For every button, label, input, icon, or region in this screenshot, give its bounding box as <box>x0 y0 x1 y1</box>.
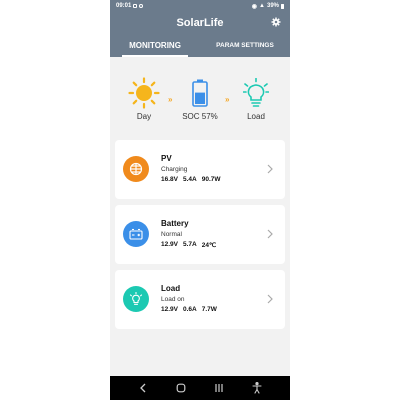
sun-icon-wrap <box>128 77 160 109</box>
status-time: 09:01 <box>116 3 132 9</box>
solar-panel-icon <box>129 162 143 176</box>
bulb-icon-wrap <box>243 77 269 109</box>
flow-arrow-2: » <box>225 95 230 104</box>
signal-icon: ▲ <box>259 3 265 9</box>
status-right: ◉ ▲ 39% <box>252 3 284 10</box>
phone-screen: 09:01 ◉ ▲ 39% SolarLife MONITORING PARAM… <box>110 0 290 400</box>
back-button[interactable] <box>136 381 150 395</box>
recents-icon <box>215 384 223 392</box>
card-load-title: Load <box>161 284 181 293</box>
chevron-right-icon <box>267 294 273 304</box>
card-battery-icon-bg <box>123 221 149 247</box>
chevron-right-icon <box>267 164 273 174</box>
energy-flow: Day » SOC 57% » Load <box>110 57 290 135</box>
back-icon <box>140 383 146 393</box>
tab-param-settings[interactable]: PARAM SETTINGS <box>200 33 290 57</box>
battery-fill <box>195 92 205 104</box>
pv-power: 90.7W <box>201 176 221 183</box>
accessibility-icon <box>252 382 262 394</box>
battery-voltage: 12.9V <box>161 241 178 248</box>
flow-load: Load <box>231 77 281 121</box>
battery-temperature: 24℃ <box>201 242 217 249</box>
battery-current: 5.7A <box>183 241 197 248</box>
battery-icon-wrap <box>192 77 208 109</box>
battery-status-icon <box>281 3 284 9</box>
flow-day: Day <box>119 77 169 121</box>
card-load-values: 12.9V 0.6A 7.7W <box>161 306 217 313</box>
flow-load-label: Load <box>247 112 265 121</box>
sun-icon <box>128 77 160 109</box>
bulb-icon <box>129 292 143 305</box>
home-button[interactable] <box>174 381 188 395</box>
card-battery-values: 12.9V 5.7A 24℃ <box>161 241 216 249</box>
load-power: 7.7W <box>201 306 217 313</box>
accessibility-button[interactable] <box>250 381 264 395</box>
card-load-status: Load on <box>161 296 185 303</box>
status-bar: 09:01 ◉ ▲ 39% <box>110 0 290 12</box>
card-pv-status: Charging <box>161 166 188 173</box>
pv-voltage: 16.8V <box>161 176 178 183</box>
card-battery-status: Normal <box>161 231 182 238</box>
card-pv[interactable]: PV Charging 16.8V 5.4A 90.7W <box>115 140 285 199</box>
chevron-right-icon <box>267 229 273 239</box>
battery-level-icon <box>192 79 208 107</box>
flow-soc-label: SOC 57% <box>182 112 218 121</box>
settings-notification-icon <box>139 4 144 8</box>
status-left: 09:01 <box>116 3 144 9</box>
card-pv-title: PV <box>161 154 172 163</box>
system-nav-bar <box>110 376 290 400</box>
notification-icon <box>133 4 138 8</box>
card-battery[interactable]: Battery Normal 12.9V 5.7A 24℃ <box>115 205 285 264</box>
recents-button[interactable] <box>212 381 226 395</box>
app-bar: SolarLife <box>110 12 290 33</box>
card-load-icon-bg <box>123 286 149 312</box>
lightbulb-icon <box>243 78 269 107</box>
card-battery-title: Battery <box>161 219 189 228</box>
home-icon <box>176 383 186 393</box>
battery-icon <box>129 228 143 240</box>
load-current: 0.6A <box>183 306 197 313</box>
card-pv-icon-bg <box>123 156 149 182</box>
location-icon: ◉ <box>251 3 258 10</box>
card-load[interactable]: Load Load on 12.9V 0.6A 7.7W <box>115 270 285 329</box>
load-voltage: 12.9V <box>161 306 178 313</box>
pv-current: 5.4A <box>183 176 197 183</box>
tab-bar: MONITORING PARAM SETTINGS <box>110 33 290 57</box>
gear-icon[interactable] <box>271 17 281 27</box>
flow-arrow-1: » <box>168 95 173 104</box>
card-pv-values: 16.8V 5.4A 90.7W <box>161 176 221 183</box>
tab-monitoring[interactable]: MONITORING <box>110 33 200 57</box>
flow-soc: SOC 57% <box>175 77 225 121</box>
flow-day-label: Day <box>136 112 152 121</box>
app-title: SolarLife <box>176 16 224 29</box>
status-battery: 39% <box>266 3 279 9</box>
